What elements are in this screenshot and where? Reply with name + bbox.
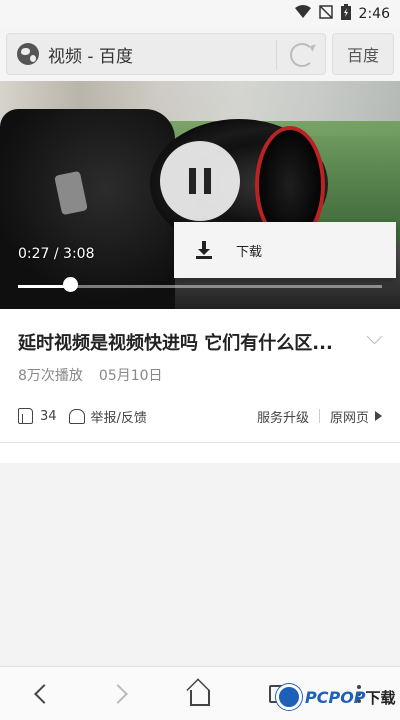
video-meta: 8万次播放 05月10日 xyxy=(18,365,163,385)
source-page-button[interactable]: 原网页 xyxy=(330,407,369,426)
back-icon xyxy=(34,684,54,704)
play-triangle-icon[interactable] xyxy=(375,411,382,421)
pause-button[interactable] xyxy=(160,141,240,221)
wifi-icon xyxy=(294,5,311,23)
chevron-down-icon[interactable] xyxy=(366,328,383,345)
report-button[interactable]: 举报/反馈 xyxy=(91,407,147,426)
action-divider xyxy=(318,409,320,423)
section-spacer xyxy=(0,443,400,463)
reload-icon[interactable] xyxy=(290,43,314,67)
back-button[interactable] xyxy=(24,677,58,711)
pause-icon-bar xyxy=(204,168,211,194)
video-info: 延时视频是视频快进吗 它们有什么区... 8万次播放 05月10日 34 举报/… xyxy=(0,309,400,443)
view-count: 8万次播放 xyxy=(18,368,83,384)
download-menu-item[interactable]: 下载 xyxy=(174,222,396,278)
page-title: 视频 - 百度 xyxy=(48,46,133,67)
watermark: PCPOP下载 xyxy=(276,684,396,710)
pause-icon xyxy=(189,168,196,194)
video-time: 0:27 / 3:08 xyxy=(18,246,95,262)
video-frame-camera-body xyxy=(0,109,175,309)
search-button[interactable]: 百度 xyxy=(332,33,394,75)
watermark-logo-icon xyxy=(276,684,302,710)
thumbs-up-icon[interactable] xyxy=(18,408,33,424)
status-bar: 2:46 xyxy=(0,0,400,28)
forward-button[interactable] xyxy=(104,677,138,711)
watermark-text: PCPOP下载 xyxy=(305,687,396,707)
report-icon[interactable] xyxy=(68,408,85,424)
forward-icon xyxy=(108,684,128,704)
action-row: 34 举报/反馈 服务升级 原网页 xyxy=(18,405,382,427)
video-title[interactable]: 延时视频是视频快进吗 它们有什么区... xyxy=(18,329,363,355)
address-bar: 视频 - 百度 百度 xyxy=(6,33,394,75)
progress-knob[interactable] xyxy=(62,277,78,292)
home-icon xyxy=(190,690,210,706)
reload-divider xyxy=(276,40,277,70)
battery-charging-icon xyxy=(340,4,351,24)
url-box[interactable]: 视频 - 百度 xyxy=(6,33,326,75)
content-area xyxy=(0,463,400,666)
status-icons: 2:46 xyxy=(294,4,390,24)
publish-date: 05月10日 xyxy=(98,368,163,384)
download-icon xyxy=(196,241,212,259)
like-count[interactable]: 34 xyxy=(40,409,57,424)
download-label: 下载 xyxy=(236,244,263,260)
status-time: 2:46 xyxy=(358,6,390,22)
upgrade-button[interactable]: 服务升级 xyxy=(257,407,309,426)
globe-icon xyxy=(17,43,39,65)
no-sim-icon xyxy=(318,5,333,23)
home-button[interactable] xyxy=(183,677,217,711)
